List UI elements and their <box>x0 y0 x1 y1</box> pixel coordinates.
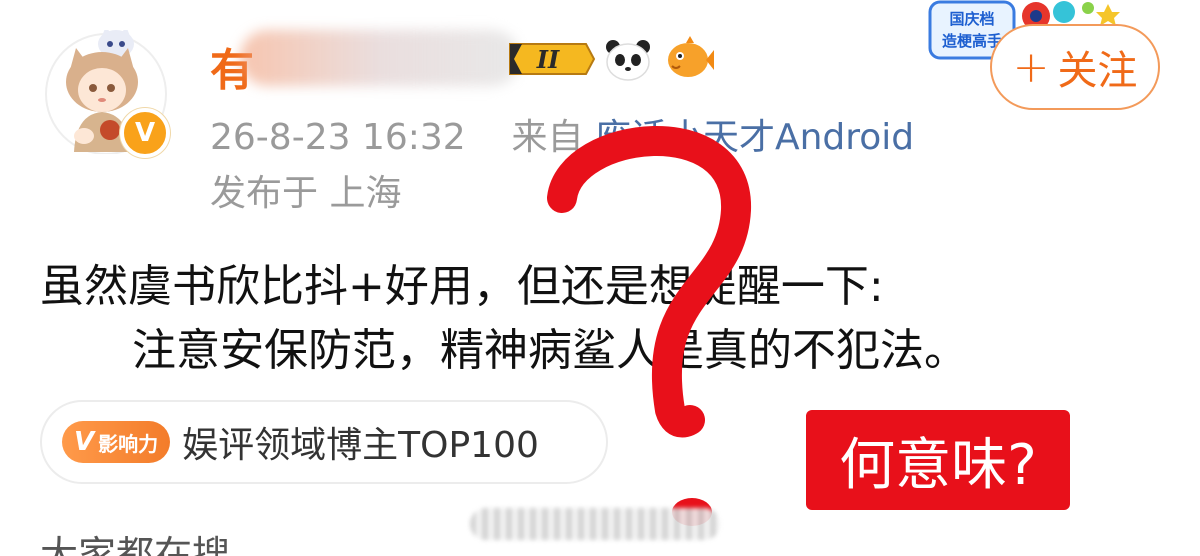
post-text-line1: 虽然虞书欣比抖+好用，但还是想提醒一下: <box>40 261 884 312</box>
influence-text: 娱评领域博主TOP100 <box>182 425 539 466</box>
trending-section-title: 大家都在搜 <box>40 533 231 556</box>
sticker-line1: 国庆档 <box>949 10 994 28</box>
post-text-line2: 注意安保防范，精神病鲨人是真的不犯法。 <box>132 325 968 376</box>
follow-button[interactable]: + 关注 <box>990 24 1160 110</box>
follow-label: 关注 <box>1057 48 1138 94</box>
verified-badge-icon: V <box>120 108 170 158</box>
post-datetime: 26-8-23 16:32 <box>210 117 466 158</box>
plus-icon: + <box>1012 41 1050 93</box>
influence-tag[interactable]: V 影响力 娱评领域博主TOP100 <box>40 400 608 484</box>
post-meta: 26-8-23 16:32 来自 废话小天才Android <box>210 108 914 160</box>
username-redaction-blur <box>240 30 520 86</box>
sticker-line2: 造梗高手 <box>942 32 1002 50</box>
panda-icon <box>606 40 650 81</box>
from-label: 来自 <box>511 117 584 158</box>
level-badge-text: II <box>536 45 560 74</box>
influence-badge: V 影响力 <box>62 421 171 463</box>
level-badge-icon: II <box>509 43 596 75</box>
pufferfish-icon <box>668 36 714 77</box>
post-location: 发布于 上海 <box>210 173 402 214</box>
post-source-link[interactable]: 废话小天才Android <box>595 117 914 158</box>
influence-v-icon: V <box>74 427 95 457</box>
redaction-blur-bar <box>470 508 720 540</box>
question-label: 何意味? <box>806 410 1070 510</box>
influence-badge-text: 影响力 <box>98 431 159 456</box>
